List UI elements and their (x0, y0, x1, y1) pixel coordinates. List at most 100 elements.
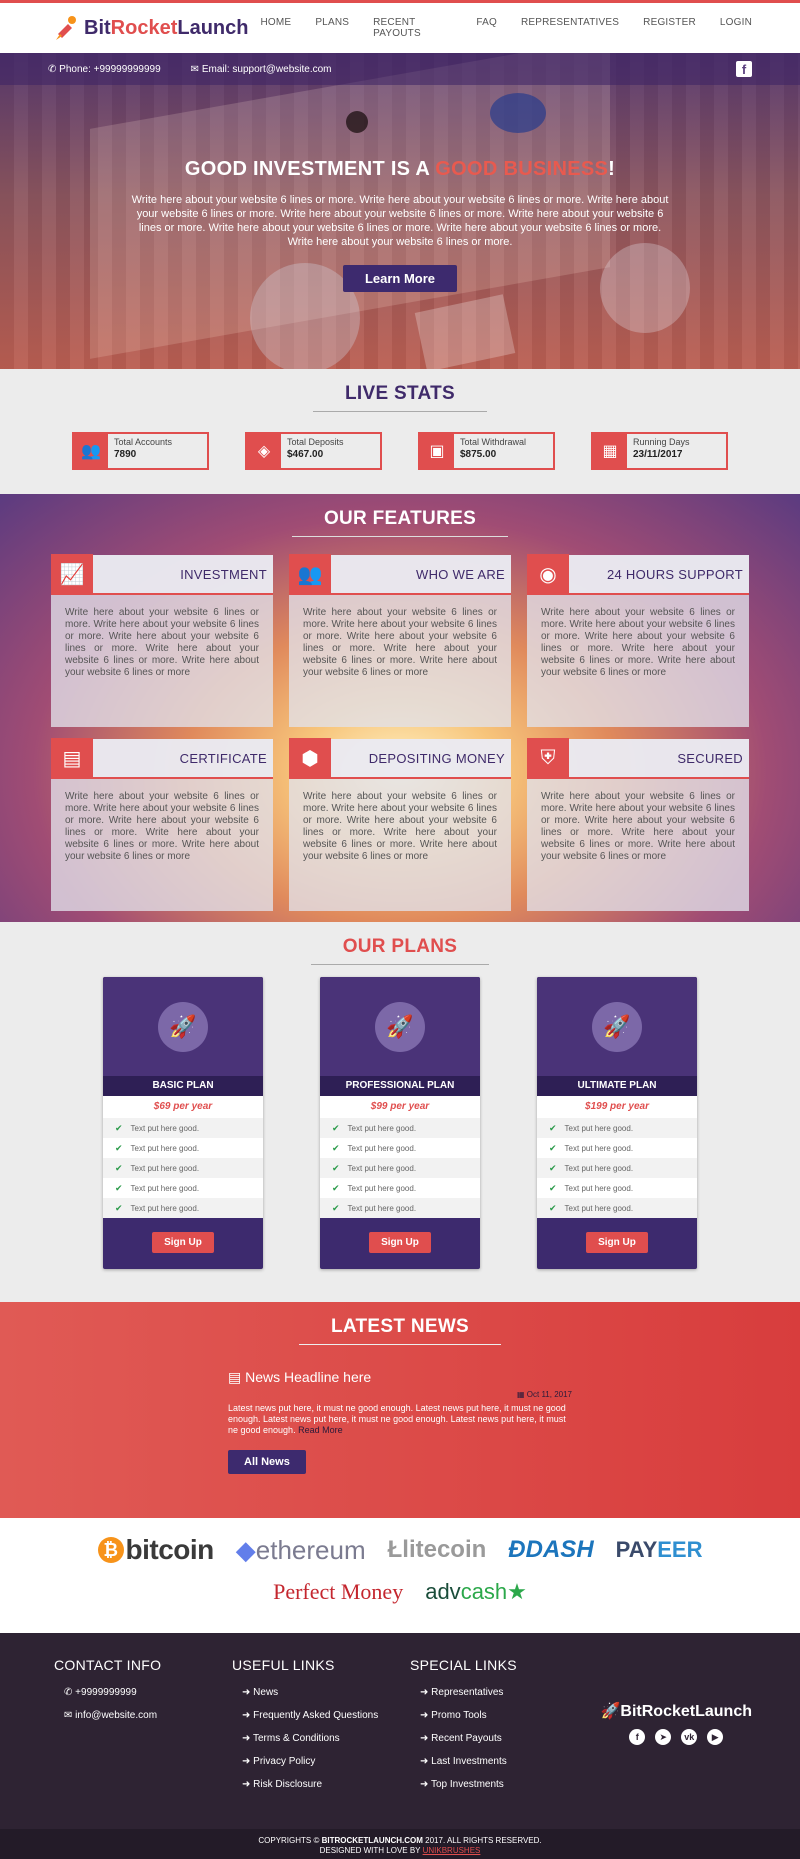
litecoin-logo: Łlitecoin (387, 1536, 487, 1563)
nav-register[interactable]: REGISTER (631, 17, 708, 39)
telegram-icon[interactable]: ➤ (655, 1729, 672, 1745)
users-icon: 👥 (74, 434, 108, 468)
footer-logo: 🚀BitRocketLaunch f ➤ vk ▶ (600, 1701, 753, 1745)
newspaper-icon: ▤ (228, 1369, 246, 1385)
footer-link-terms[interactable]: ➜ Terms & Conditions (232, 1733, 410, 1744)
facebook-icon[interactable]: f (736, 61, 752, 77)
footer-contact: CONTACT INFO ✆ +9999999999 ✉ info@websit… (54, 1657, 232, 1802)
news-headline[interactable]: ▤ News Headline here (228, 1369, 572, 1386)
read-more-link[interactable]: Read More (298, 1425, 343, 1435)
check-icon: ✔ (332, 1202, 340, 1213)
stat-running-days: ▦ Running Days 23/11/2017 (591, 432, 728, 470)
footer-link-top-investments[interactable]: ➜ Top Investments (410, 1779, 588, 1790)
stat-value: 7890 (114, 449, 137, 460)
stat-value: $467.00 (287, 449, 324, 460)
footer-link-last-investments[interactable]: ➜ Last Investments (410, 1756, 588, 1767)
plan-feature: ✔ Text put here good. (320, 1178, 480, 1198)
vk-icon[interactable]: vk (681, 1729, 698, 1745)
feature-card-secured: ⛨ SECURED Write here about your website 6… (527, 738, 749, 911)
footer-link-promo[interactable]: ➜ Promo Tools (410, 1710, 588, 1721)
plan-feature: ✔ Text put here good. (103, 1118, 263, 1138)
plan-feature: ✔ Text put here good. (103, 1198, 263, 1218)
stat-label: Total Withdrawal (460, 437, 527, 447)
stat-value: $875.00 (460, 449, 497, 460)
footer-useful-links: USEFUL LINKS ➜ News ➜ Frequently Asked Q… (232, 1657, 410, 1802)
news-text: Latest news put here, it must ne good en… (228, 1403, 566, 1435)
hero-bg-paper (414, 294, 516, 369)
rocket-icon: 🚀 (600, 1703, 621, 1720)
footer-logo-text: BitRocketLaunch (620, 1703, 752, 1720)
feature-card-who-we-are: 👥 WHO WE ARE Write here about your websit… (289, 554, 511, 727)
chart-icon: 📈 (51, 554, 93, 594)
check-icon: ✔ (115, 1122, 123, 1133)
plans-title: OUR PLANS (310, 936, 490, 965)
arrow-icon: ➜ (420, 1756, 432, 1767)
footer-link-payouts[interactable]: ➜ Recent Payouts (410, 1733, 588, 1744)
nav-recent-payouts[interactable]: RECENT PAYOUTS (361, 17, 464, 39)
news-date: ▦ Oct 11, 2017 (517, 1390, 572, 1399)
check-icon: ✔ (115, 1142, 123, 1153)
ethereum-logo: ◆ethereum (235, 1534, 366, 1565)
news-item: ▤ News Headline here ▦ Oct 11, 2017 Late… (228, 1369, 572, 1474)
envelope-icon: ✉ (64, 1710, 76, 1721)
learn-more-button[interactable]: Learn More (342, 265, 458, 292)
designer-link[interactable]: UNIKBRUSHES (423, 1846, 481, 1855)
stat-total-withdrawal: ▣ Total Withdrawal $875.00 (418, 432, 555, 470)
check-icon: ✔ (549, 1162, 557, 1173)
sign-up-button[interactable]: Sign Up (152, 1232, 214, 1253)
plan-feature: ✔ Text put here good. (320, 1198, 480, 1218)
check-icon: ✔ (332, 1142, 340, 1153)
footer-link-risk[interactable]: ➜ Risk Disclosure (232, 1779, 410, 1790)
footer-email[interactable]: ✉ info@website.com (54, 1710, 232, 1721)
footer-link-news[interactable]: ➜ News (232, 1687, 410, 1698)
footer-link-representatives[interactable]: ➜ Representatives (410, 1687, 588, 1698)
social-icons: f ➤ vk ▶ (601, 1729, 753, 1745)
rocket-icon: 🚀 (158, 1001, 208, 1052)
nav-representatives[interactable]: REPRESENTATIVES (509, 17, 631, 39)
email-info: ✉ Email: support@website.com (190, 63, 332, 75)
footer-heading: CONTACT INFO (54, 1657, 162, 1673)
check-icon: ✔ (115, 1162, 123, 1173)
check-icon: ✔ (115, 1202, 123, 1213)
arrow-icon: ➜ (242, 1733, 253, 1744)
phone-icon: ✆ (64, 1687, 76, 1698)
hero-text: Write here about your website 6 lines or… (131, 194, 669, 248)
check-icon: ✔ (549, 1182, 557, 1193)
nav-plans[interactable]: PLANS (303, 17, 361, 39)
sign-up-button[interactable]: Sign Up (586, 1232, 648, 1253)
feature-text: Write here about your website 6 lines or… (541, 791, 735, 862)
features-section: OUR FEATURES 📈 INVESTMENT Write here abou… (0, 494, 800, 922)
site-header: BitRocketLaunch HOME PLANS RECENT PAYOUT… (0, 3, 800, 53)
all-news-button[interactable]: All News (228, 1450, 306, 1474)
check-icon: ✔ (332, 1182, 340, 1193)
site-footer: CONTACT INFO ✆ +9999999999 ✉ info@websit… (0, 1633, 800, 1829)
live-stats-section: LIVE STATS 👥 Total Accounts 7890 ◈ Total … (0, 369, 800, 494)
advcash-logo: advcash★ (425, 1579, 527, 1604)
footer-link-privacy[interactable]: ➜ Privacy Policy (232, 1756, 410, 1767)
logo-text: BitRocketLaunch (84, 16, 249, 39)
plan-features: ✔ Text put here good. ✔ Text put here good… (537, 1118, 697, 1218)
plan-price: $69 per year (103, 1096, 263, 1118)
nav-login[interactable]: LOGIN (708, 17, 764, 39)
nav-home[interactable]: HOME (249, 17, 304, 39)
footer-special-links: SPECIAL LINKS ➜ Representatives ➜ Promo … (410, 1657, 588, 1802)
site-logo[interactable]: BitRocketLaunch (52, 14, 249, 42)
feature-text: Write here about your website 6 lines or… (303, 791, 497, 862)
plan-feature: ✔ Text put here good. (320, 1158, 480, 1178)
payment-row: Perfect Money advcash★ (0, 1574, 800, 1610)
hero-section: ✆ Phone: +99999999999 ✉ Email: support@w… (0, 53, 800, 369)
facebook-icon[interactable]: f (629, 1729, 646, 1745)
plan-name: ULTIMATE PLAN (537, 1076, 697, 1096)
contact-bar: ✆ Phone: +99999999999 ✉ Email: support@w… (0, 53, 800, 85)
certificate-icon: ▤ (51, 738, 93, 778)
feature-title: INVESTMENT (180, 566, 267, 582)
plan-name: BASIC PLAN (103, 1076, 263, 1096)
arrow-icon: ➜ (242, 1756, 254, 1767)
sign-up-button[interactable]: Sign Up (369, 1232, 431, 1253)
footer-link-faq[interactable]: ➜ Frequently Asked Questions (232, 1710, 410, 1721)
youtube-icon[interactable]: ▶ (707, 1729, 724, 1745)
nav-faq[interactable]: FAQ (464, 17, 509, 39)
phone-icon: ✆ (48, 63, 60, 75)
feature-card-certificate: ▤ CERTIFICATE Write here about your websi… (51, 738, 273, 911)
plan-features: ✔ Text put here good. ✔ Text put here good… (103, 1118, 263, 1218)
